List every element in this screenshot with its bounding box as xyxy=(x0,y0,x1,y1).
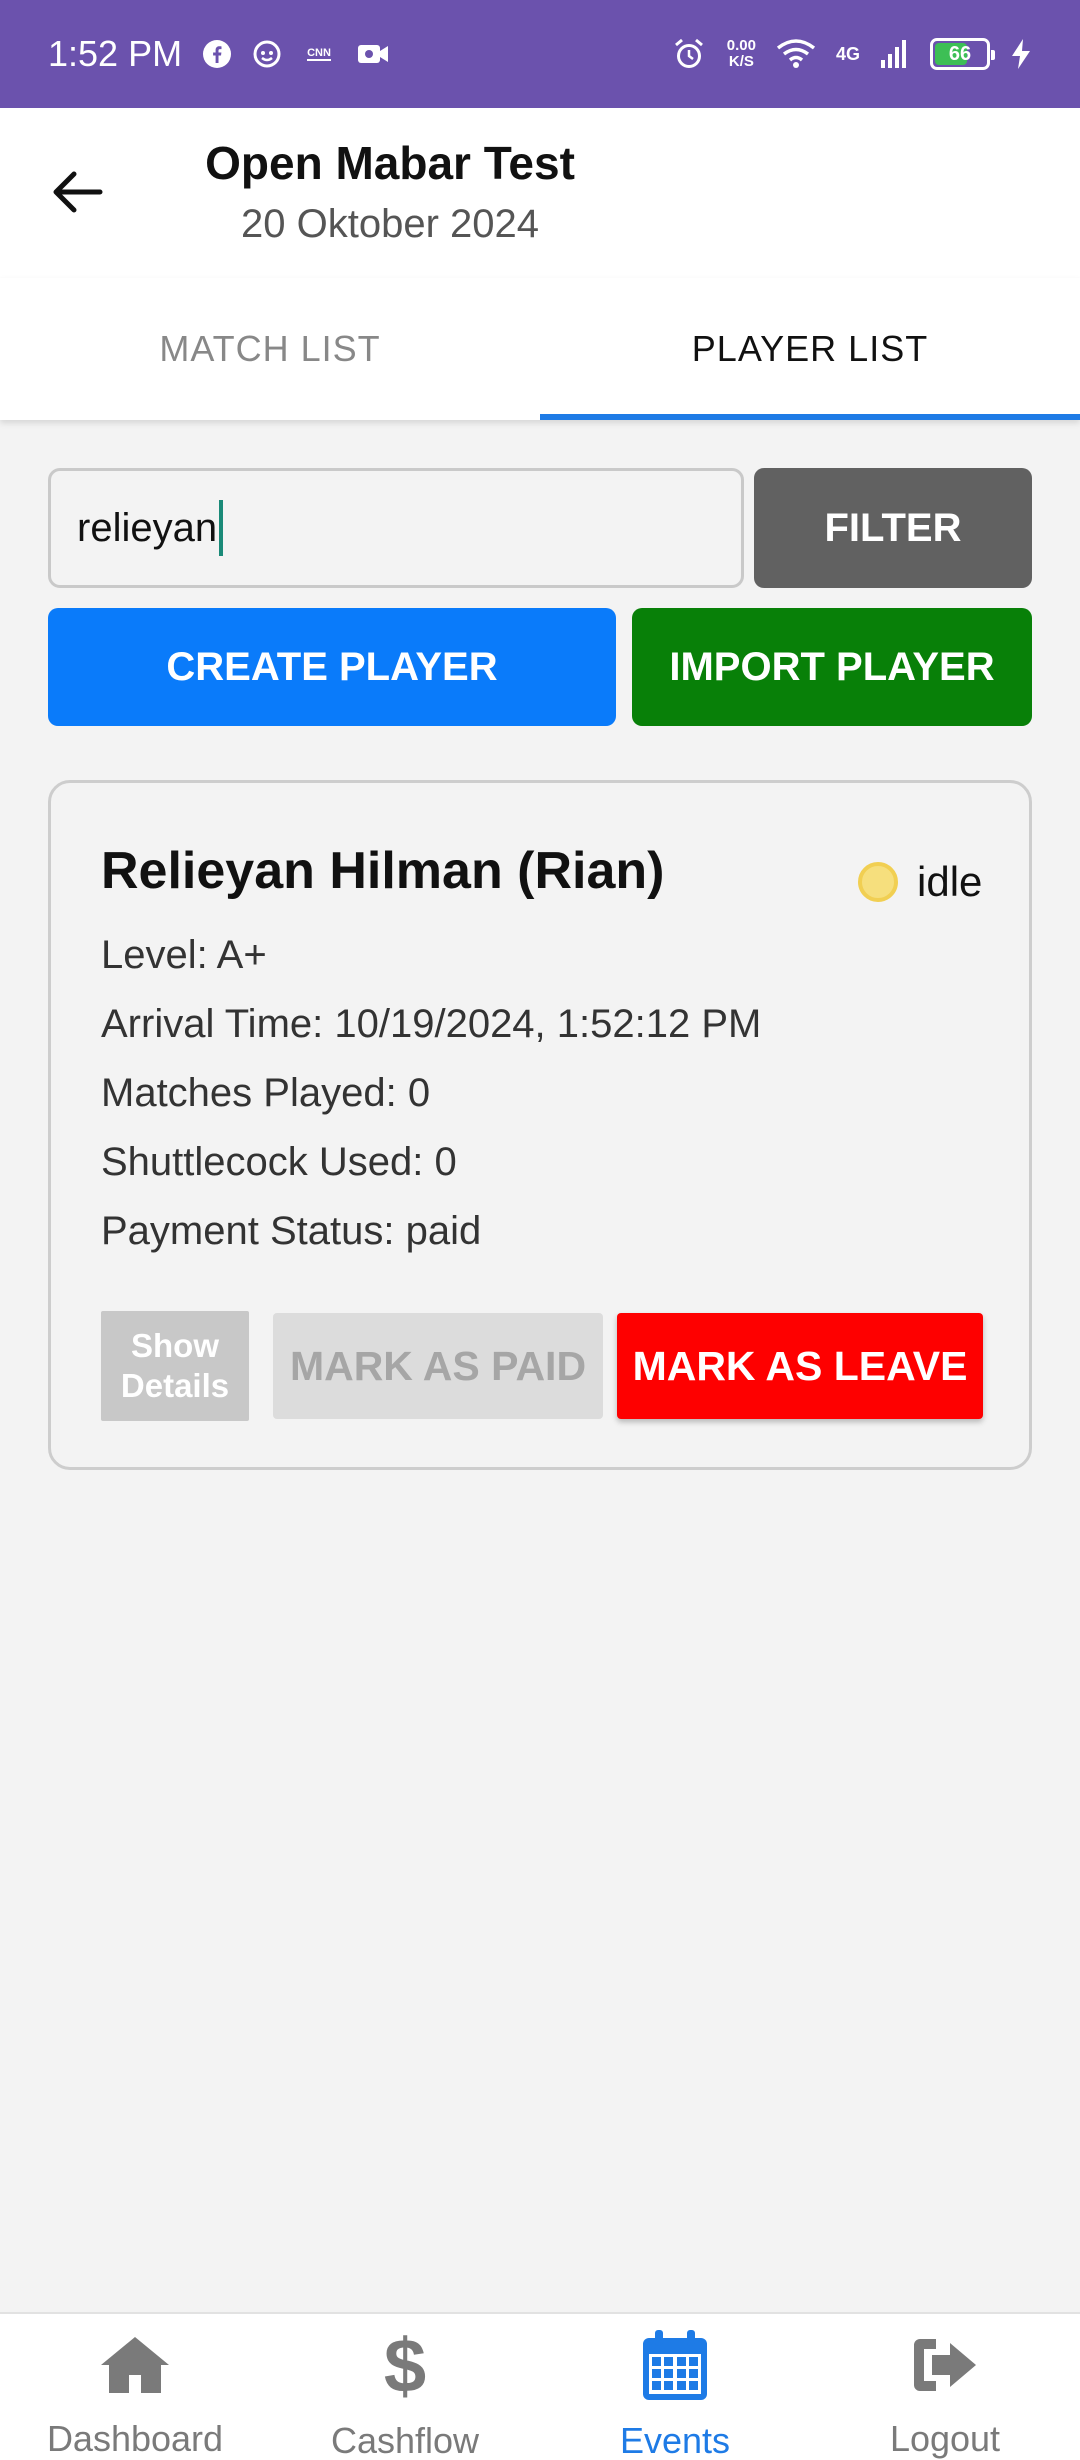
nav-dashboard[interactable]: Dashboard xyxy=(0,2314,270,2460)
nav-logout[interactable]: Logout xyxy=(810,2314,1080,2460)
tab-bar: MATCH LIST PLAYER LIST xyxy=(0,278,1080,420)
player-matches-played: Matches Played: 0 xyxy=(101,1071,431,1115)
player-level: Level: A+ xyxy=(101,933,267,977)
network-speed-unit: K/S xyxy=(728,53,754,70)
search-input[interactable]: relieyan xyxy=(48,468,744,588)
battery-icon: 66 xyxy=(930,38,995,70)
battery-percent: 66 xyxy=(948,42,972,65)
show-details-label-line2: Details xyxy=(120,1367,230,1404)
player-payment-status: Payment Status: paid xyxy=(101,1209,482,1253)
nav-cashflow[interactable]: $ Cashflow xyxy=(270,2314,540,2460)
import-player-button[interactable]: IMPORT PLAYER xyxy=(632,608,1032,726)
status-bar: 1:52 PM CNN 0.00 K/S 4G 66 xyxy=(0,0,1080,108)
bottom-navigation: Dashboard $ Cashflow Events Logout xyxy=(0,2312,1080,2460)
svg-text:$: $ xyxy=(384,2328,426,2404)
dollar-icon: $ xyxy=(367,2328,443,2404)
search-input-value: relieyan xyxy=(77,505,218,550)
status-bar-right: 0.00 K/S 4G 66 xyxy=(671,36,1032,72)
player-name: Relieyan Hilman (Rian) xyxy=(101,842,665,900)
filter-button[interactable]: FILTER xyxy=(754,468,1032,588)
nav-cashflow-label: Cashflow xyxy=(330,2420,480,2460)
network-type: 4G xyxy=(835,43,860,64)
status-bar-left: 1:52 PM CNN xyxy=(48,33,390,75)
player-arrival-time: Arrival Time: 10/19/2024, 1:52:12 PM xyxy=(101,1002,762,1046)
logout-icon xyxy=(907,2328,983,2402)
show-details-button[interactable]: Show Details xyxy=(101,1311,249,1421)
nav-dashboard-label: Dashboard xyxy=(46,2418,224,2459)
charging-icon xyxy=(1010,38,1032,70)
mark-as-leave-button[interactable]: MARK AS LEAVE xyxy=(617,1313,983,1419)
calendar-icon xyxy=(637,2328,713,2404)
show-details-label-line1: Show xyxy=(131,1327,219,1364)
nav-events-label: Events xyxy=(619,2420,731,2460)
back-button[interactable] xyxy=(44,160,108,224)
facebook-icon xyxy=(202,39,232,69)
home-icon xyxy=(97,2328,173,2402)
network-speed: 0.00 K/S xyxy=(727,38,756,70)
event-title-block: Open Mabar Test 20 Oktober 2024 xyxy=(190,136,590,247)
svg-text:CNN: CNN xyxy=(307,47,331,59)
create-player-button[interactable]: CREATE PLAYER xyxy=(48,608,616,726)
app-header: Open Mabar Test 20 Oktober 2024 xyxy=(0,108,1080,278)
network-speed-value: 0.00 xyxy=(726,37,756,54)
clock: 1:52 PM xyxy=(48,33,183,74)
player-card: Relieyan Hilman (Rian) idle Level: A+ Ar… xyxy=(48,780,1032,1470)
event-date: 20 Oktober 2024 xyxy=(241,202,539,246)
alarm-icon xyxy=(671,36,707,72)
status-indicator-icon xyxy=(858,862,898,902)
event-title: Open Mabar Test xyxy=(205,137,575,189)
nav-events[interactable]: Events xyxy=(540,2314,810,2460)
video-camera-icon xyxy=(356,39,390,69)
signal-icon xyxy=(880,38,910,70)
show-details-label: Show Details xyxy=(121,1326,229,1406)
nav-logout-label: Logout xyxy=(889,2418,1001,2459)
player-shuttlecock-used: Shuttlecock Used: 0 xyxy=(101,1140,457,1184)
tab-match-list[interactable]: MATCH LIST xyxy=(0,278,540,420)
app-screen: 1:52 PM CNN 0.00 K/S 4G 66 Open Mabar Te… xyxy=(0,0,1080,2460)
mark-as-paid-button[interactable]: MARK AS PAID xyxy=(273,1313,603,1419)
tab-player-list[interactable]: PLAYER LIST xyxy=(540,278,1080,420)
messenger-icon xyxy=(252,39,282,69)
wifi-icon xyxy=(776,38,816,70)
player-status: idle xyxy=(917,858,983,905)
arrow-left-icon xyxy=(53,171,103,213)
cnn-icon: CNN xyxy=(302,42,336,66)
text-cursor xyxy=(219,500,224,556)
